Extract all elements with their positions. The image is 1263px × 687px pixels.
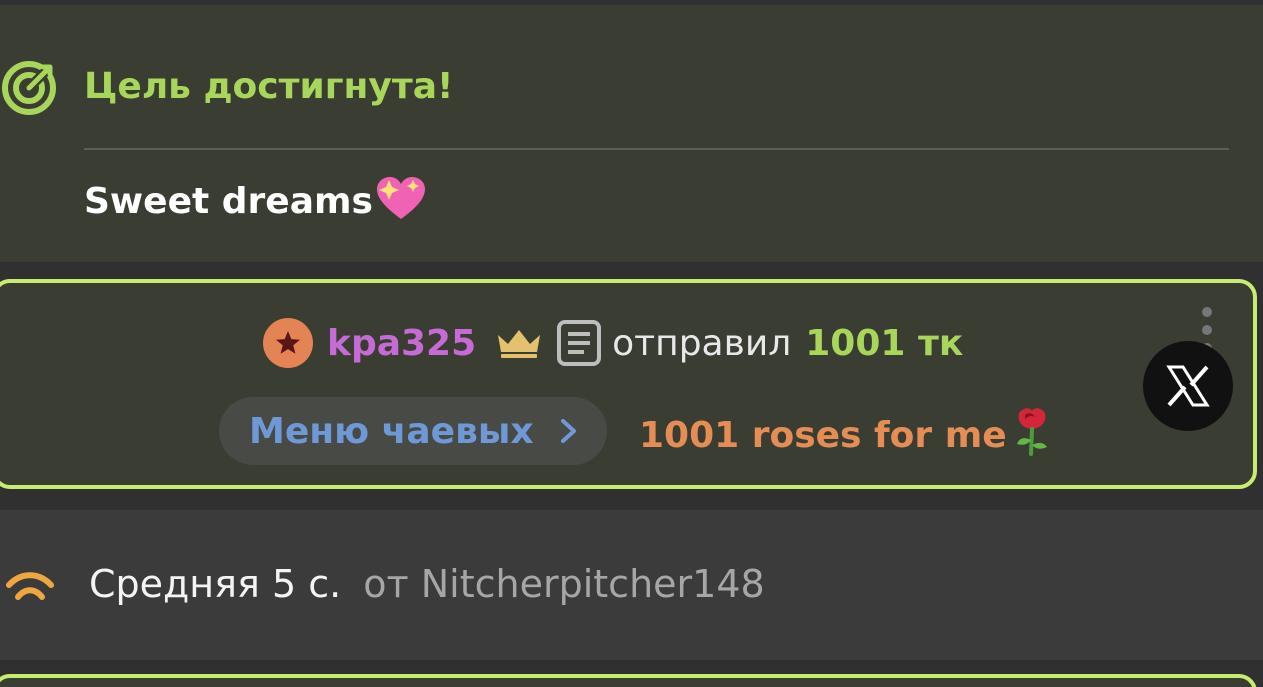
rose-icon — [1009, 403, 1055, 474]
sparkling-heart-icon — [375, 175, 427, 234]
activity-text: Средняя 5 с. от Nitcherpitcher148 — [89, 558, 765, 610]
tip-summary-row: kpa325 отправил 1001 тк — [263, 315, 963, 371]
activity-from[interactable]: от Nitcherpitcher148 — [363, 562, 764, 606]
activity-row: Средняя 5 с. от Nitcherpitcher148 — [0, 510, 1263, 660]
wave-icon — [6, 572, 54, 600]
goal-message: Sweet dreams — [84, 175, 427, 234]
x-icon — [1166, 365, 1210, 407]
tip-note-text: 1001 roses for me — [639, 415, 1007, 456]
next-card-edge — [0, 674, 1257, 687]
tip-amount: 1001 тк — [805, 322, 964, 364]
goal-title: Цель достигнута! — [84, 66, 454, 107]
goal-reached-card: Цель достигнута! Sweet dreams — [0, 5, 1263, 262]
chevron-right-icon — [560, 419, 576, 443]
goal-divider — [84, 148, 1229, 150]
sent-label: отправил — [612, 322, 792, 364]
crown-icon — [498, 330, 541, 358]
target-icon — [2, 61, 56, 115]
tipper-username[interactable]: kpa325 — [327, 323, 476, 364]
tip-menu-button[interactable]: Меню чаевых — [219, 397, 607, 465]
star-avatar-icon[interactable] — [263, 318, 313, 368]
chat-feed: Цель достигнута! Sweet dreams kpa325 отп… — [0, 0, 1263, 687]
tip-notification-card: kpa325 отправил 1001 тк Меню чаевых 1001… — [0, 279, 1257, 489]
tip-note: 1001 roses for me — [639, 403, 1055, 474]
document-icon[interactable] — [556, 319, 602, 367]
x-close-button[interactable] — [1143, 341, 1233, 431]
tip-menu-label: Меню чаевых — [249, 410, 534, 452]
activity-main: Средняя 5 с. — [89, 562, 342, 606]
goal-message-text: Sweet dreams — [84, 181, 373, 222]
